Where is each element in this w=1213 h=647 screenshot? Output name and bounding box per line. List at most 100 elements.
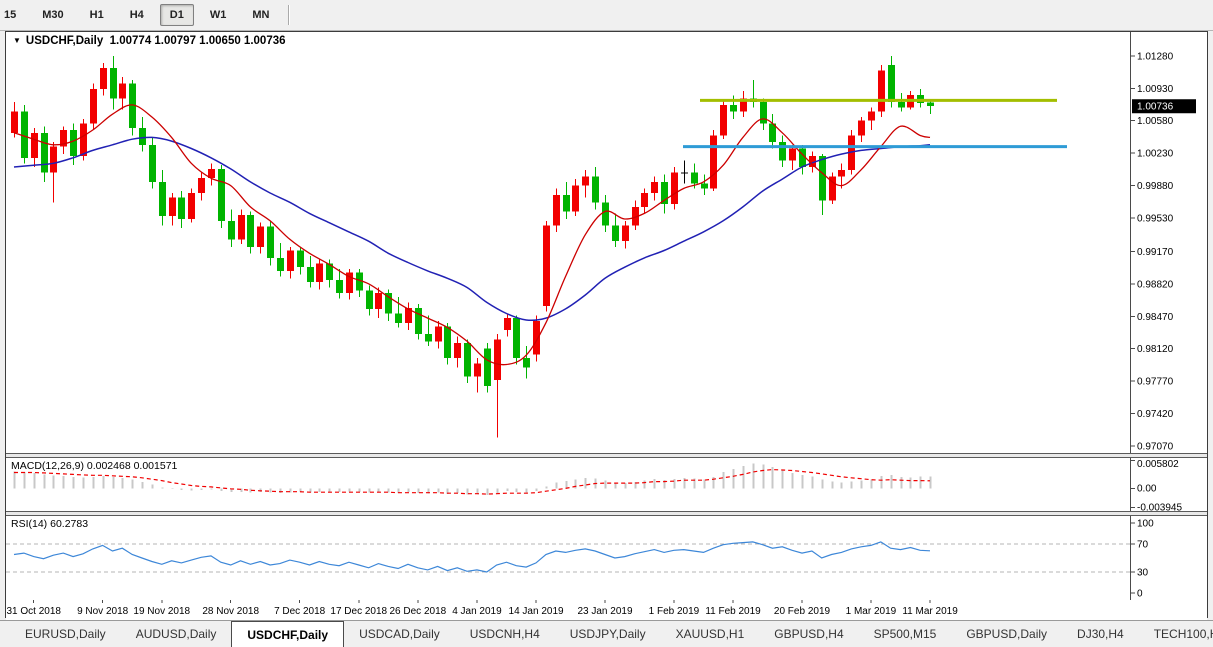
candle bbox=[533, 320, 540, 355]
tab-item-USDCAD-Daily[interactable]: USDCAD,Daily bbox=[344, 621, 455, 647]
tab-item-SP500-M15[interactable]: SP500,M15 bbox=[859, 621, 952, 647]
rsi-indicator-pane[interactable]: RSI(14) 60.2783 100 70 30 0 bbox=[6, 516, 1207, 600]
rsi-label-row: RSI(14) 60.2783 bbox=[11, 518, 88, 530]
tab-item-XAUUSD-H1[interactable]: XAUUSD,H1 bbox=[661, 621, 760, 647]
candle bbox=[789, 148, 796, 161]
candle bbox=[336, 280, 343, 294]
collapse-triangle-icon[interactable]: ▼ bbox=[13, 36, 21, 45]
candle bbox=[868, 111, 875, 121]
candle bbox=[444, 326, 451, 358]
price-axis-label: 1.00230 bbox=[1137, 149, 1174, 160]
candle bbox=[563, 194, 570, 212]
date-axis-label: 26 Dec 2018 bbox=[389, 606, 446, 617]
timeframe-button-15[interactable]: 15 bbox=[0, 4, 26, 26]
price-axis-label: 0.98470 bbox=[1137, 312, 1174, 323]
candle bbox=[80, 123, 87, 156]
tab-item-USDCNH-H4[interactable]: USDCNH,H4 bbox=[455, 621, 555, 647]
candle bbox=[671, 172, 678, 205]
candle bbox=[838, 169, 845, 177]
rsi-axis-label: 30 bbox=[1137, 568, 1149, 579]
candle bbox=[592, 176, 599, 203]
macd-indicator-pane[interactable]: MACD(12,26,9) 0.002468 0.001571 0.005802… bbox=[6, 458, 1207, 511]
price-axis-label: 1.00580 bbox=[1137, 116, 1174, 127]
candle bbox=[297, 250, 304, 268]
candle bbox=[582, 176, 589, 186]
tab-item-GBPUSD-H4[interactable]: GBPUSD,H4 bbox=[759, 621, 858, 647]
date-axis-label: 4 Jan 2019 bbox=[452, 606, 502, 617]
date-axis-label: 11 Mar 2019 bbox=[902, 606, 958, 617]
chart-ohlc-values: 1.00774 1.00797 1.00650 1.00736 bbox=[109, 35, 286, 47]
candle bbox=[523, 357, 530, 368]
date-axis-labels: 31 Oct 2018 9 Nov 2018 19 Nov 2018 28 Nov 2… bbox=[6, 600, 958, 617]
price-axis-label: 0.99880 bbox=[1137, 181, 1174, 192]
rsi-value: 60.2783 bbox=[50, 518, 89, 530]
candle bbox=[415, 307, 422, 334]
timeframe-button-H1[interactable]: H1 bbox=[80, 4, 114, 26]
timeframe-button-D1[interactable]: D1 bbox=[159, 4, 194, 26]
date-axis-label: 19 Nov 2018 bbox=[133, 606, 190, 617]
tab-item-USDCHF-Daily[interactable]: USDCHF,Daily bbox=[231, 621, 345, 647]
date-axis-label: 28 Nov 2018 bbox=[202, 606, 259, 617]
candle bbox=[247, 215, 254, 247]
current-price-tag: 1.00736 bbox=[1132, 99, 1196, 114]
candle bbox=[257, 226, 264, 247]
candle bbox=[858, 120, 865, 136]
timeframe-button-MN[interactable]: MN bbox=[242, 4, 279, 26]
candlestick-chart[interactable]: 1.01280 1.00930 1.00580 1.00230 0.99880 0.995… bbox=[6, 32, 1207, 453]
candle bbox=[228, 220, 235, 240]
date-axis-label: 1 Feb 2019 bbox=[649, 606, 700, 617]
candle bbox=[888, 65, 895, 103]
candle bbox=[139, 128, 146, 145]
candle bbox=[474, 363, 481, 377]
tab-item-GBPUSD-Daily[interactable]: GBPUSD,Daily bbox=[951, 621, 1062, 647]
macd-axis-label: 0.00 bbox=[1137, 483, 1157, 494]
candle bbox=[819, 155, 826, 201]
candle bbox=[513, 318, 520, 358]
tab-item-DJ30-H4[interactable]: DJ30,H4 bbox=[1062, 621, 1139, 647]
rsi-chart[interactable]: 100 70 30 0 bbox=[6, 516, 1207, 600]
candle bbox=[267, 226, 274, 258]
date-axis-label: 23 Jan 2019 bbox=[577, 606, 632, 617]
main-price-pane[interactable]: ▼ USDCHF,Daily 1.00774 1.00797 1.00650 1.… bbox=[6, 32, 1207, 453]
candle bbox=[50, 146, 57, 173]
candle bbox=[494, 339, 501, 381]
candle bbox=[504, 318, 511, 331]
candle bbox=[681, 172, 688, 174]
tab-item-AUDUSD-Daily[interactable]: AUDUSD,Daily bbox=[121, 621, 232, 647]
tab-item-EURUSD-Daily[interactable]: EURUSD,Daily bbox=[10, 621, 121, 647]
price-axis-label: 0.97770 bbox=[1137, 377, 1174, 388]
candle bbox=[11, 111, 18, 133]
price-axis-label: 0.99170 bbox=[1137, 247, 1174, 258]
candle bbox=[622, 225, 629, 242]
macd-chart[interactable]: 0.005802 0.00 -0.003945 bbox=[6, 458, 1207, 511]
macd-label-row: MACD(12,26,9) 0.002468 0.001571 bbox=[11, 460, 177, 472]
chart-window: ▼ USDCHF,Daily 1.00774 1.00797 1.00650 1.… bbox=[5, 31, 1208, 621]
candle bbox=[169, 197, 176, 217]
price-axis-label: 0.98120 bbox=[1137, 344, 1174, 355]
timeframe-button-M30[interactable]: M30 bbox=[32, 4, 73, 26]
candle bbox=[307, 267, 314, 282]
macd-label: MACD(12,26,9) bbox=[11, 460, 84, 472]
macd-values: 0.002468 0.001571 bbox=[86, 460, 178, 472]
tab-item-USDJPY-Daily[interactable]: USDJPY,Daily bbox=[555, 621, 661, 647]
date-axis-label: 1 Mar 2019 bbox=[846, 606, 897, 617]
rsi-axis-label: 100 bbox=[1137, 519, 1154, 530]
timeframe-button-H4[interactable]: H4 bbox=[120, 4, 154, 26]
price-axis-label: 0.98820 bbox=[1137, 279, 1174, 290]
candle bbox=[927, 102, 934, 107]
price-axis-label: 0.97070 bbox=[1137, 442, 1174, 453]
tab-item-TECH100-H1[interactable]: TECH100,H1 bbox=[1139, 621, 1213, 647]
candle bbox=[553, 194, 560, 226]
price-axis-label: 0.97420 bbox=[1137, 409, 1174, 420]
candle bbox=[238, 215, 245, 240]
timeframe-button-W1[interactable]: W1 bbox=[200, 4, 237, 26]
timeframe-toolbar: 15 M30 H1 H4 D1 W1 MN bbox=[0, 0, 1213, 31]
candle bbox=[218, 168, 225, 221]
candle bbox=[198, 178, 205, 194]
date-axis: 31 Oct 2018 9 Nov 2018 19 Nov 2018 28 Nov 2… bbox=[6, 600, 1207, 621]
candle bbox=[572, 185, 579, 212]
candle bbox=[70, 129, 77, 156]
date-axis-label: 31 Oct 2018 bbox=[6, 606, 61, 617]
rsi-axis-label: 70 bbox=[1137, 540, 1149, 551]
candle bbox=[484, 348, 491, 386]
